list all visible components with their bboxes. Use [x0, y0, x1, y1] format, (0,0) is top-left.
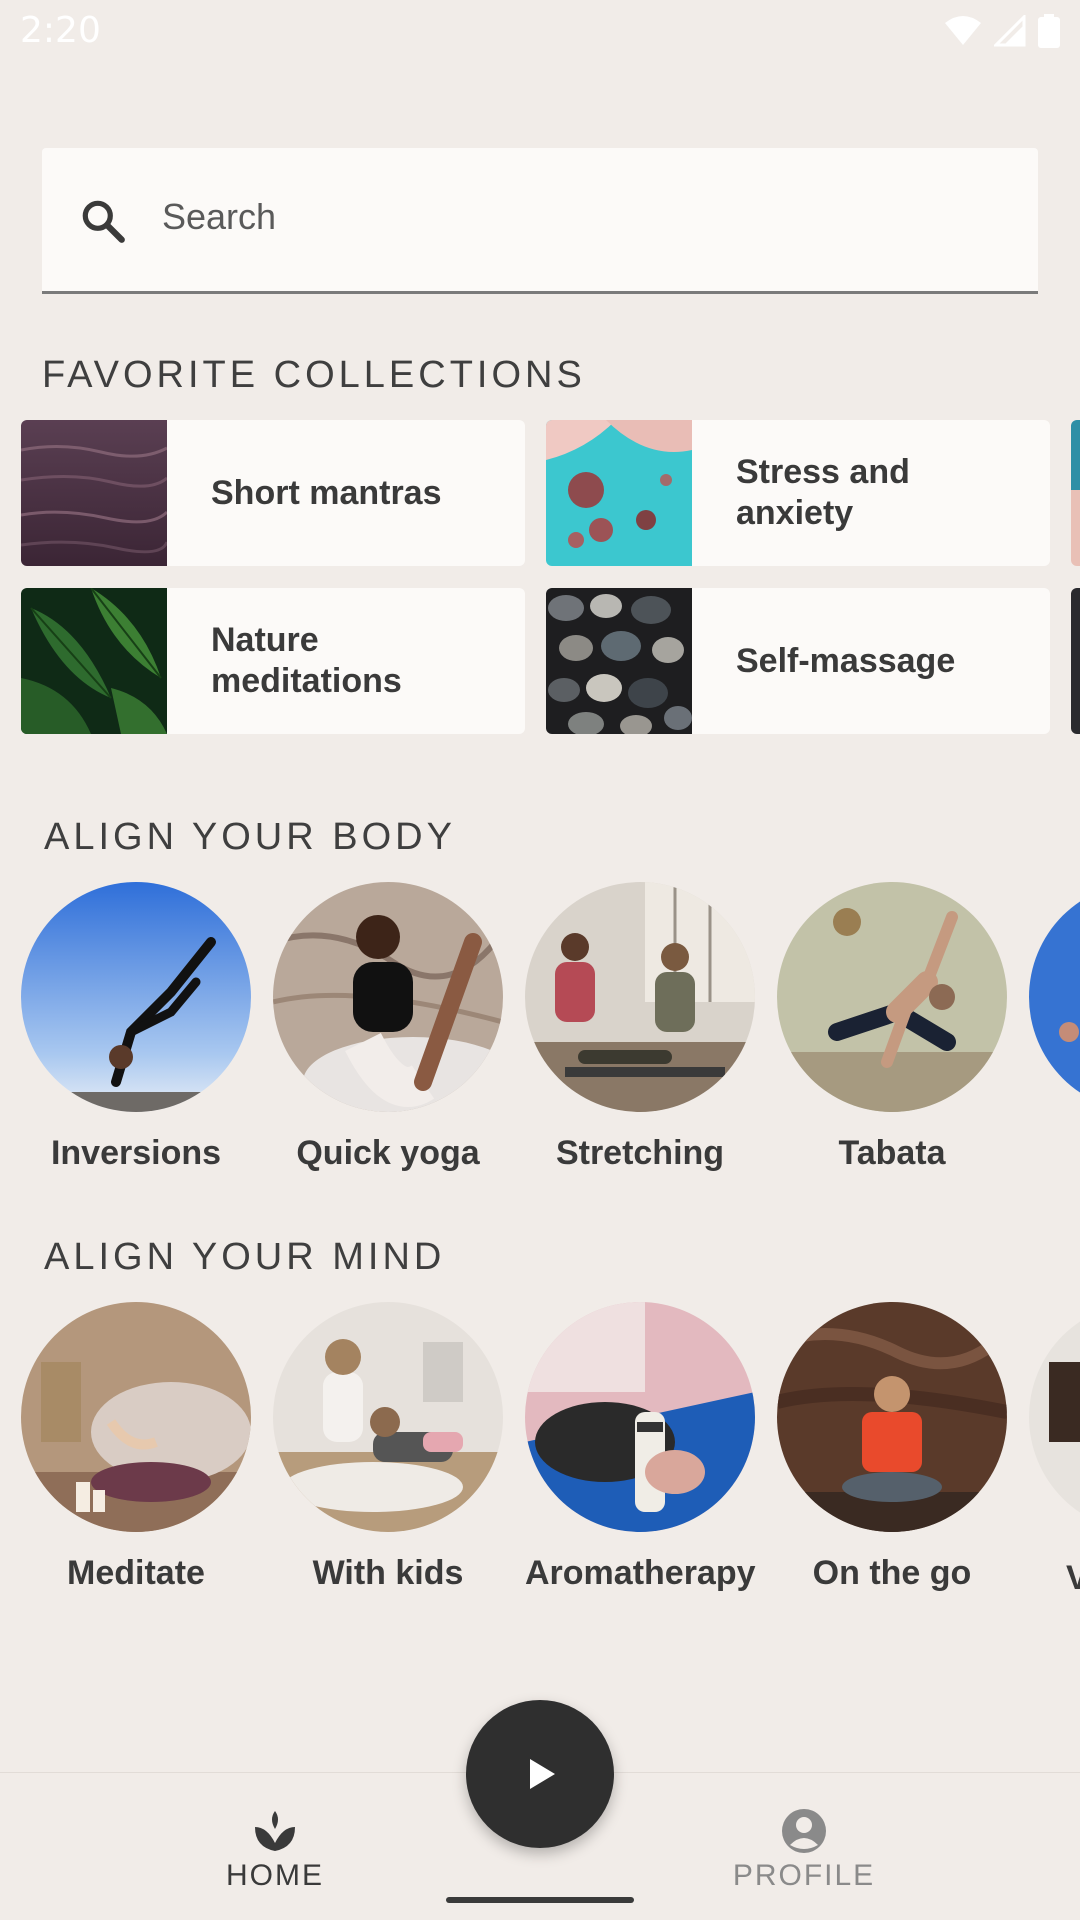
search-placeholder: Search: [162, 196, 277, 237]
body-item-quick-yoga[interactable]: Quick yoga: [273, 882, 503, 1173]
status-icons: [944, 14, 1060, 48]
collection-image-peek: [1071, 420, 1080, 566]
body-item-peek[interactable]: [1029, 882, 1080, 1117]
body-label: Inversions: [50, 1134, 222, 1172]
collection-image-stress-anxiety: [546, 420, 692, 566]
collection-label: Stress and anxiety: [736, 453, 910, 532]
mind-image-aromatherapy: [525, 1302, 755, 1532]
body-image-quick-yoga: [273, 882, 503, 1112]
nav-home-label: HOME: [226, 1859, 324, 1892]
collection-card-stress-anxiety[interactable]: Stress and anxiety: [546, 420, 1050, 566]
body-label: Quick yoga: [296, 1134, 480, 1172]
mind-item-aromatherapy[interactable]: Aromatherapy: [525, 1302, 756, 1593]
body-item-tabata[interactable]: Tabata: [777, 882, 1007, 1173]
collection-label: Self-massage: [736, 641, 956, 680]
body-image-inversions: [21, 882, 251, 1112]
mind-label: On the go: [812, 1554, 972, 1592]
signal-icon: [994, 15, 1026, 47]
collection-card-short-mantras[interactable]: Short mantras: [21, 420, 525, 566]
spa-icon: [255, 1811, 295, 1851]
body-image-peek: [1029, 882, 1080, 1112]
collection-label: Short mantras: [211, 473, 442, 512]
search-icon: [82, 200, 125, 243]
mind-image-meditate: [21, 1302, 251, 1532]
nav-profile-label: PROFILE: [732, 1859, 876, 1892]
status-time: 2:20: [20, 10, 101, 51]
mind-item-meditate[interactable]: Meditate: [21, 1302, 251, 1593]
home-gesture-handle[interactable]: [446, 1897, 634, 1903]
body-item-inversions[interactable]: Inversions: [21, 882, 251, 1173]
collection-card-nature-meditations[interactable]: Nature meditations: [21, 588, 525, 734]
account-circle-icon: [782, 1809, 826, 1853]
mind-image-on-the-go: [777, 1302, 1007, 1532]
mind-image-with-kids: [273, 1302, 503, 1532]
body-image-tabata: [777, 882, 1007, 1112]
mind-label: With kids: [312, 1554, 464, 1592]
collection-card-peek[interactable]: [1071, 420, 1080, 566]
collection-image-short-mantras: [21, 420, 167, 566]
status-bar: 2:20: [0, 0, 1080, 64]
favorite-collections-title: FAVORITE COLLECTIONS: [42, 354, 586, 396]
body-item-stretching[interactable]: Stretching: [525, 882, 755, 1173]
nav-profile[interactable]: PROFILE: [704, 1807, 904, 1893]
align-mind-title: ALIGN YOUR MIND: [44, 1236, 446, 1278]
search-field[interactable]: Search: [42, 148, 1038, 294]
collection-label: Nature meditations: [211, 621, 402, 700]
mind-image-peek: [1029, 1302, 1080, 1532]
body-label: Stretching: [555, 1134, 725, 1172]
mind-item-with-kids[interactable]: With kids: [273, 1302, 503, 1593]
play-icon: [530, 1759, 555, 1789]
mind-label: Aromatherapy: [525, 1554, 756, 1592]
mind-item-on-the-go[interactable]: On the go: [777, 1302, 1007, 1593]
nav-home[interactable]: HOME: [175, 1807, 375, 1893]
collection-card-peek[interactable]: [1071, 588, 1080, 734]
mind-label: Meditate: [67, 1554, 205, 1592]
collection-image-peek: [1071, 588, 1080, 734]
battery-icon: [1038, 14, 1060, 48]
play-button[interactable]: [466, 1700, 614, 1848]
collection-card-self-massage[interactable]: Self-massage: [546, 588, 1050, 734]
collection-image-self-massage: [546, 588, 692, 734]
wifi-icon: [945, 16, 981, 45]
collection-image-nature-meditations: [21, 588, 167, 734]
body-label: Tabata: [838, 1134, 946, 1172]
body-image-stretching: [525, 882, 755, 1112]
mind-item-peek[interactable]: V: [1029, 1302, 1080, 1598]
align-body-title: ALIGN YOUR BODY: [44, 816, 456, 858]
mind-label-peek: V: [1066, 1559, 1080, 1597]
